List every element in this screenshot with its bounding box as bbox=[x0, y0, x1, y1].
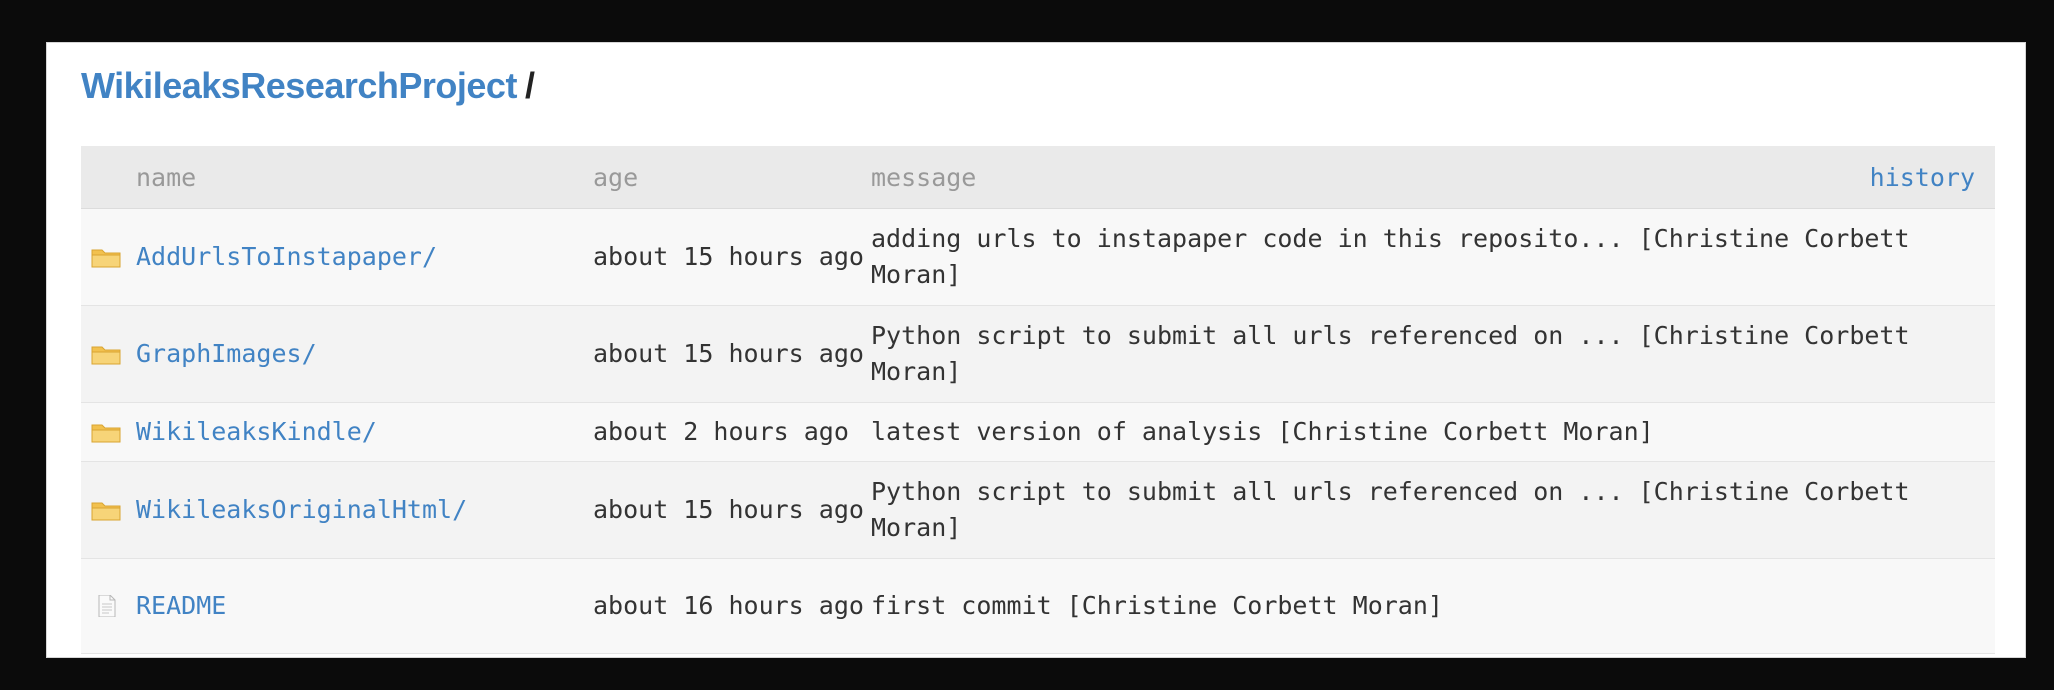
folder-icon bbox=[91, 424, 121, 443]
cell-name: AddUrlsToInstapaper/ bbox=[81, 209, 593, 306]
table-row[interactable]: README about 16 hours ago first commit [… bbox=[81, 558, 1995, 654]
cell-message: first commit [Christine Corbett Moran] bbox=[871, 591, 1443, 620]
folder-icon bbox=[91, 249, 121, 268]
item-link-wikileaksoriginalhtml[interactable]: WikileaksOriginalHtml/ bbox=[136, 492, 467, 528]
cell-age: about 15 hours ago bbox=[593, 339, 864, 368]
table-row[interactable]: GraphImages/ about 15 hours ago Python s… bbox=[81, 305, 1995, 403]
cell-message: latest version of analysis [Christine Co… bbox=[871, 417, 1654, 446]
file-browser-panel: WikileaksResearchProject / name age messa… bbox=[46, 42, 2026, 658]
table-row[interactable]: WikileaksOriginalHtml/ about 15 hours ag… bbox=[81, 461, 1995, 559]
item-link-graphimages[interactable]: GraphImages/ bbox=[136, 336, 317, 372]
cell-name: GraphImages/ bbox=[81, 306, 593, 403]
table-header-row: name age message history bbox=[81, 146, 1995, 209]
breadcrumb-separator: / bbox=[524, 65, 535, 106]
cell-name: README bbox=[81, 559, 593, 654]
header-message: message bbox=[871, 146, 1385, 209]
file-icon bbox=[98, 595, 116, 617]
breadcrumb: WikileaksResearchProject / bbox=[81, 63, 535, 109]
file-tree-table: name age message history AddUrlsToInstap… bbox=[81, 146, 1995, 654]
cell-name: WikileaksKindle/ bbox=[81, 403, 593, 462]
item-link-addurlstoinstapaper[interactable]: AddUrlsToInstapaper/ bbox=[136, 239, 437, 275]
history-link[interactable]: history bbox=[1870, 163, 1975, 192]
cell-name: WikileaksOriginalHtml/ bbox=[81, 462, 593, 559]
item-link-wikileakskindle[interactable]: WikileaksKindle/ bbox=[136, 414, 377, 450]
cell-age: about 15 hours ago bbox=[593, 242, 864, 271]
cell-age: about 16 hours ago bbox=[593, 591, 864, 620]
table-row[interactable]: WikileaksKindle/ about 2 hours ago lates… bbox=[81, 402, 1995, 462]
cell-message: Python script to submit all urls referen… bbox=[871, 321, 1910, 386]
cell-age: about 15 hours ago bbox=[593, 495, 864, 524]
cell-message: adding urls to instapaper code in this r… bbox=[871, 224, 1910, 289]
folder-icon bbox=[91, 502, 121, 521]
table-row[interactable]: AddUrlsToInstapaper/ about 15 hours ago … bbox=[81, 208, 1995, 306]
screenshot-frame: WikileaksResearchProject / name age messa… bbox=[0, 0, 2054, 690]
header-age: age bbox=[593, 146, 871, 209]
header-history: history bbox=[1384, 146, 1995, 209]
cell-age: about 2 hours ago bbox=[593, 417, 849, 446]
folder-icon bbox=[91, 346, 121, 365]
cell-message: Python script to submit all urls referen… bbox=[871, 477, 1910, 542]
header-name: name bbox=[81, 146, 593, 209]
item-link-readme[interactable]: README bbox=[136, 588, 226, 624]
repo-link[interactable]: WikileaksResearchProject bbox=[81, 65, 517, 106]
